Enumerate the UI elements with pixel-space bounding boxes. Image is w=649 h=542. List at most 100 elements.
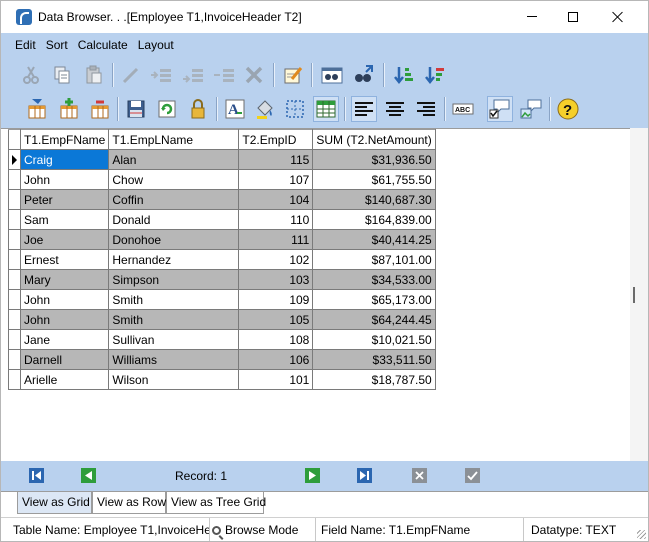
cell-sum-netamount[interactable]: $164,839.00	[312, 209, 436, 230]
sort-descending-button[interactable]	[422, 62, 448, 88]
add-column-button[interactable]	[56, 96, 82, 122]
table-row[interactable]: Arielle Wilson 101 $18,787.50	[8, 369, 436, 390]
cell-sum-netamount[interactable]: $65,173.00	[312, 289, 436, 310]
minimize-button[interactable]	[509, 1, 555, 32]
edit-record-button[interactable]	[280, 62, 306, 88]
table-row[interactable]: Peter Coffin 104 $140,687.30	[8, 189, 436, 210]
column-header-empid[interactable]: T2.EmpID	[238, 129, 314, 150]
scrollbar-thumb[interactable]	[633, 287, 635, 303]
table-row[interactable]: Craig Alan 115 $31,936.50	[8, 149, 436, 170]
cell-empid[interactable]: 105	[238, 309, 314, 330]
cell-emplname[interactable]: Smith	[108, 289, 240, 310]
cell-emplname[interactable]: Smith	[108, 309, 240, 330]
cell-empid[interactable]: 101	[238, 369, 314, 390]
table-row[interactable]: Mary Simpson 103 $34,533.00	[8, 269, 436, 290]
row-indicator[interactable]	[8, 289, 21, 310]
cell-empfname[interactable]: Sam	[19, 209, 110, 230]
delete-row-button[interactable]	[211, 62, 237, 88]
close-button[interactable]	[595, 1, 641, 32]
cell-empfname[interactable]: Joe	[19, 229, 110, 250]
align-center-button[interactable]	[382, 96, 408, 122]
table-row[interactable]: John Chow 107 $61,755.50	[8, 169, 436, 190]
cell-empid[interactable]: 107	[238, 169, 314, 190]
vertical-scrollbar[interactable]	[630, 128, 648, 461]
table-row[interactable]: John Smith 109 $65,173.00	[8, 289, 436, 310]
spell-check-button[interactable]: ABC	[450, 96, 476, 122]
cell-sum-netamount[interactable]: $140,687.30	[312, 189, 436, 210]
cell-empid[interactable]: 106	[238, 349, 314, 370]
row-indicator[interactable]	[8, 209, 21, 230]
cell-empid[interactable]: 111	[238, 229, 314, 250]
cell-emplname[interactable]: Donald	[108, 209, 240, 230]
cell-empid[interactable]: 104	[238, 189, 314, 210]
cell-empfname[interactable]: Jane	[19, 329, 110, 350]
cell-sum-netamount[interactable]: $18,787.50	[312, 369, 436, 390]
image-tips-button[interactable]	[518, 96, 544, 122]
fill-color-button[interactable]	[252, 96, 278, 122]
column-header-sum-netamount[interactable]: SUM (T2.NetAmount)	[312, 129, 436, 150]
row-indicator[interactable]	[8, 249, 21, 270]
cell-empfname[interactable]: John	[19, 289, 110, 310]
row-indicator[interactable]	[8, 269, 21, 290]
cell-emplname[interactable]: Simpson	[108, 269, 240, 290]
maximize-button[interactable]	[550, 1, 596, 32]
row-indicator[interactable]	[8, 309, 21, 330]
find-button[interactable]	[319, 62, 345, 88]
sort-ascending-button[interactable]	[391, 62, 417, 88]
tab-view-as-row[interactable]: View as Row	[92, 492, 166, 514]
previous-record-button[interactable]	[81, 468, 96, 483]
row-indicator[interactable]	[8, 229, 21, 250]
cell-empid[interactable]: 109	[238, 289, 314, 310]
tab-view-as-grid[interactable]: View as Grid	[17, 492, 92, 514]
align-left-button[interactable]	[351, 96, 377, 122]
cell-empid[interactable]: 103	[238, 269, 314, 290]
show-tips-button[interactable]	[487, 96, 513, 122]
cell-sum-netamount[interactable]: $64,244.45	[312, 309, 436, 330]
align-right-button[interactable]	[413, 96, 439, 122]
menu-edit[interactable]: Edit	[15, 38, 36, 52]
cell-empid[interactable]: 102	[238, 249, 314, 270]
refresh-button[interactable]	[154, 96, 180, 122]
cell-emplname[interactable]: Sullivan	[108, 329, 240, 350]
edit-pencil-button[interactable]	[118, 62, 144, 88]
cell-empfname[interactable]: Darnell	[19, 349, 110, 370]
delete-button[interactable]	[241, 62, 267, 88]
cell-sum-netamount[interactable]: $87,101.00	[312, 249, 436, 270]
menu-calculate[interactable]: Calculate	[78, 38, 128, 52]
help-button[interactable]: ?	[555, 96, 581, 122]
row-indicator[interactable]	[8, 329, 21, 350]
select-columns-button[interactable]	[282, 96, 308, 122]
cell-empid[interactable]: 108	[238, 329, 314, 350]
row-indicator[interactable]	[8, 349, 21, 370]
cell-empid[interactable]: 110	[238, 209, 314, 230]
column-header-empfname[interactable]: T1.EmpFName	[19, 129, 110, 150]
cell-sum-netamount[interactable]: $10,021.50	[312, 329, 436, 350]
save-button[interactable]	[123, 96, 149, 122]
row-indicator[interactable]	[8, 169, 21, 190]
lock-button[interactable]	[185, 96, 211, 122]
cell-empfname[interactable]: John	[19, 169, 110, 190]
cell-emplname[interactable]: Wilson	[108, 369, 240, 390]
column-header-emplname[interactable]: T1.EmpLName	[108, 129, 240, 150]
cell-empid[interactable]: 115	[238, 149, 314, 170]
remove-column-button[interactable]	[87, 96, 113, 122]
cell-empfname[interactable]: Peter	[19, 189, 110, 210]
row-indicator[interactable]	[8, 369, 21, 390]
cell-sum-netamount[interactable]: $34,533.00	[312, 269, 436, 290]
find-next-button[interactable]	[351, 62, 377, 88]
menu-sort[interactable]: Sort	[46, 38, 68, 52]
cell-empfname[interactable]: Mary	[19, 269, 110, 290]
cut-button[interactable]	[18, 62, 44, 88]
cell-empfname[interactable]: Craig	[19, 149, 110, 170]
filter-button[interactable]	[24, 96, 50, 122]
tab-view-as-tree-grid[interactable]: View as Tree Grid	[166, 492, 266, 514]
cell-empfname[interactable]: John	[19, 309, 110, 330]
table-row[interactable]: Jane Sullivan 108 $10,021.50	[8, 329, 436, 350]
append-row-button[interactable]	[180, 62, 206, 88]
insert-row-button[interactable]	[148, 62, 174, 88]
cell-emplname[interactable]: Alan	[108, 149, 240, 170]
cell-emplname[interactable]: Williams	[108, 349, 240, 370]
cell-emplname[interactable]: Chow	[108, 169, 240, 190]
table-row[interactable]: John Smith 105 $64,244.45	[8, 309, 436, 330]
cell-sum-netamount[interactable]: $31,936.50	[312, 149, 436, 170]
